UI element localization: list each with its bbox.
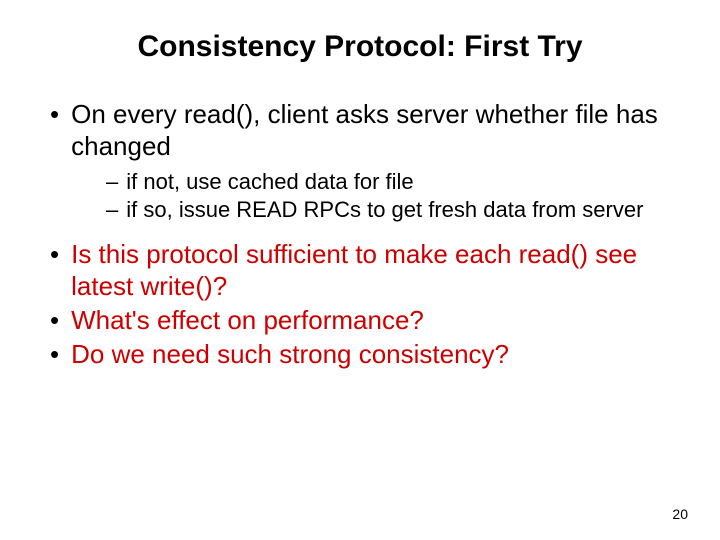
- dash-icon: –: [106, 196, 118, 224]
- bullet-icon: •: [50, 304, 59, 336]
- sub-bullet-text: if so, issue READ RPCs to get fresh data…: [126, 196, 643, 224]
- bullet-item: • Do we need such strong consistency?: [50, 338, 690, 370]
- slide-body: • On every read(), client asks server wh…: [30, 98, 690, 370]
- bullet-icon: •: [50, 238, 59, 270]
- bullet-item: • Is this protocol sufficient to make ea…: [50, 238, 690, 302]
- bullet-text: Is this protocol sufficient to make each…: [71, 238, 690, 302]
- bullet-item: • On every read(), client asks server wh…: [50, 98, 690, 162]
- sub-bullet-item: – if not, use cached data for file: [106, 168, 690, 196]
- bullet-item: • What's effect on performance?: [50, 304, 690, 336]
- sub-bullet-text: if not, use cached data for file: [126, 168, 413, 196]
- bullet-text: Do we need such strong consistency?: [71, 338, 509, 370]
- bullet-text: On every read(), client asks server whet…: [71, 98, 690, 162]
- page-number: 20: [672, 506, 688, 522]
- dash-icon: –: [106, 168, 118, 196]
- bullet-icon: •: [50, 338, 59, 370]
- slide-title: Consistency Protocol: First Try: [30, 30, 690, 64]
- sub-bullet-list: – if not, use cached data for file – if …: [106, 168, 690, 224]
- bullet-text: What's effect on performance?: [71, 304, 424, 336]
- bullet-icon: •: [50, 98, 59, 130]
- sub-bullet-item: – if so, issue READ RPCs to get fresh da…: [106, 196, 690, 224]
